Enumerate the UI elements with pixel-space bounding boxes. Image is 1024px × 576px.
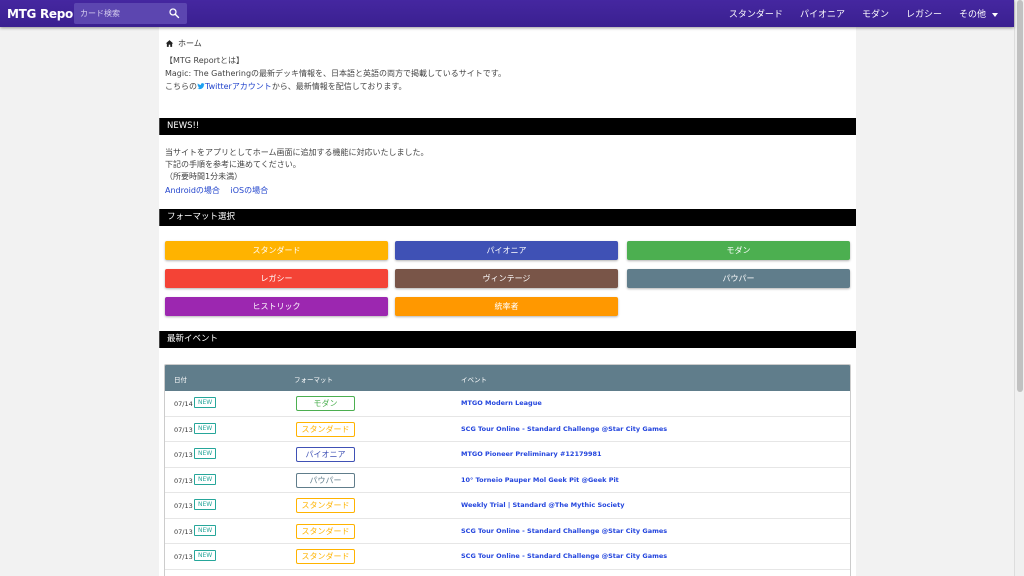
event-format-tag[interactable]: スタンダード xyxy=(296,523,355,539)
news-section-title: NEWS!! xyxy=(159,118,856,135)
format-button-commander[interactable]: 統率者 xyxy=(395,297,618,316)
format-button-historic[interactable]: ヒストリック xyxy=(165,297,388,316)
nav-modern[interactable]: モダン xyxy=(862,7,889,20)
twitter-bird-icon xyxy=(197,83,205,90)
search-icon[interactable] xyxy=(168,7,180,19)
breadcrumb: ホーム xyxy=(165,38,202,49)
event-date: 07/13 xyxy=(174,502,193,510)
ios-guide-link[interactable]: iOSの場合 xyxy=(230,186,268,195)
breadcrumb-home[interactable]: ホーム xyxy=(178,38,202,49)
event-link[interactable]: MTGO Pioneer Preliminary #12179981 xyxy=(461,450,602,458)
format-button-pioneer[interactable]: パイオニア xyxy=(395,241,618,260)
format-button-legacy[interactable]: レガシー xyxy=(165,269,388,288)
nav-standard[interactable]: スタンダード xyxy=(729,7,783,20)
top-navbar: MTG Report スタンダード パイオニア モダン レガシー その他 xyxy=(0,0,1014,27)
news-text: 当サイトをアプリとしてホーム画面に追加する機能に対応いたしました。 下記の手順を… xyxy=(165,147,429,183)
nav-others-dropdown[interactable]: その他 xyxy=(959,7,998,20)
site-intro: 【MTG Reportとは】 Magic: The Gatheringの最新デッ… xyxy=(165,54,506,93)
nav-links: スタンダード パイオニア モダン レガシー その他 xyxy=(712,0,998,27)
table-row[interactable]: 07/13 NEW スタンダード Weekly Trial | Standard @T… xyxy=(165,493,850,519)
table-row[interactable]: 07/13 NEW スタンダード SCG Tour Online - Standard… xyxy=(165,519,850,544)
event-link[interactable]: Weekly Trial | Standard @The Mythic Soci… xyxy=(461,501,624,509)
event-link[interactable]: SCG Tour Online - Standard Challenge @St… xyxy=(461,552,667,560)
caret-down-icon xyxy=(992,12,998,17)
news-line-2: 下記の手順を参考に進めてください。 xyxy=(165,160,301,169)
format-button-pauper[interactable]: パウパー xyxy=(627,269,850,288)
table-row[interactable]: 07/13 NEW パイオニア MTGO Pioneer Preliminary #1… xyxy=(165,442,850,468)
event-date: 07/13 xyxy=(174,425,193,434)
event-format-tag[interactable]: スタンダード xyxy=(296,498,355,513)
main-content: ホーム 【MTG Reportとは】 Magic: The Gatheringの… xyxy=(159,27,856,576)
events-table: 日付 フォーマット イベント 07/14 NEW モダン MTGO Modern Le… xyxy=(164,364,851,576)
event-format-tag[interactable]: モダン xyxy=(296,396,355,411)
vertical-scrollbar[interactable] xyxy=(1014,0,1024,576)
event-date: 07/13 xyxy=(174,527,193,536)
twitter-link-text: Twitterアカウント xyxy=(205,82,272,91)
header-format: フォーマット xyxy=(294,376,333,384)
brand-logo[interactable]: MTG Report xyxy=(7,7,84,21)
event-date: 07/13 xyxy=(174,476,193,485)
event-link[interactable]: SCG Tour Online - Standard Challenge @St… xyxy=(461,527,667,535)
events-section-title: 最新イベント xyxy=(159,331,856,348)
news-line-1: 当サイトをアプリとしてホーム画面に追加する機能に対応いたしました。 xyxy=(165,148,429,157)
event-date: 07/14 xyxy=(174,400,193,408)
search-input[interactable] xyxy=(74,9,164,18)
table-row[interactable]: 07/13 NEW スタンダード SCG Tour Online - Standard… xyxy=(165,544,850,570)
format-button-modern[interactable]: モダン xyxy=(627,241,850,260)
new-badge: NEW xyxy=(194,448,217,459)
event-link[interactable]: 10° Torneio Pauper Mol Geek Pit @Geek Pi… xyxy=(461,476,619,484)
event-date: 07/13 xyxy=(174,451,193,459)
intro-heading: 【MTG Reportとは】 xyxy=(165,56,245,65)
event-link[interactable]: MTGO Modern League xyxy=(461,399,542,407)
intro-twitter-line: こちらの Twitterアカウントから、最新情報を配信しております。 xyxy=(165,80,506,93)
nav-others-label: その他 xyxy=(958,10,986,20)
new-badge: NEW xyxy=(194,397,217,408)
intro-twitter-pre: こちらの xyxy=(165,82,197,91)
event-format-tag[interactable]: パウパー xyxy=(296,472,355,488)
intro-description: Magic: The Gatheringの最新デッキ情報を、日本語と英語の両方で… xyxy=(165,69,507,78)
events-table-body: 07/14 NEW モダン MTGO Modern League 07/13 NEW スタン… xyxy=(165,391,850,570)
new-badge: NEW xyxy=(194,524,217,536)
nav-pioneer[interactable]: パイオニア xyxy=(800,7,845,20)
format-button-vintage[interactable]: ヴィンテージ xyxy=(395,269,618,288)
event-format-tag[interactable]: パイオニア xyxy=(296,447,355,462)
event-link[interactable]: SCG Tour Online - Standard Challenge @St… xyxy=(461,425,667,433)
new-badge: NEW xyxy=(194,422,217,434)
new-badge: NEW xyxy=(194,550,217,561)
scrollbar-thumb[interactable] xyxy=(1017,0,1023,392)
new-badge: NEW xyxy=(194,499,217,510)
intro-twitter-post: から、最新情報を配信しております。 xyxy=(271,82,407,91)
header-date: 日付 xyxy=(174,376,187,384)
format-button-standard[interactable]: スタンダード xyxy=(165,241,388,260)
twitter-link[interactable]: Twitterアカウント xyxy=(197,82,272,91)
search-box xyxy=(74,3,187,24)
new-badge: NEW xyxy=(194,473,217,485)
header-event: イベント xyxy=(461,376,487,384)
events-table-header: 日付 フォーマット イベント xyxy=(165,365,850,391)
format-section-title: フォーマット選択 xyxy=(159,209,856,226)
table-row[interactable]: 07/13 NEW スタンダード SCG Tour Online - Standard… xyxy=(165,417,850,442)
news-line-3: （所要時間1分未満） xyxy=(165,172,243,181)
install-guide-links: Androidの場合 iOSの場合 xyxy=(165,185,276,196)
table-row[interactable]: 07/13 NEW パウパー 10° Torneio Pauper Mol Geek … xyxy=(165,468,850,493)
android-guide-link[interactable]: Androidの場合 xyxy=(165,186,220,195)
table-row[interactable]: 07/14 NEW モダン MTGO Modern League xyxy=(165,391,850,417)
nav-legacy[interactable]: レガシー xyxy=(906,7,942,20)
event-format-tag[interactable]: スタンダード xyxy=(296,549,355,564)
home-icon[interactable] xyxy=(165,39,174,48)
event-date: 07/13 xyxy=(174,553,193,561)
event-format-tag[interactable]: スタンダード xyxy=(296,421,355,437)
